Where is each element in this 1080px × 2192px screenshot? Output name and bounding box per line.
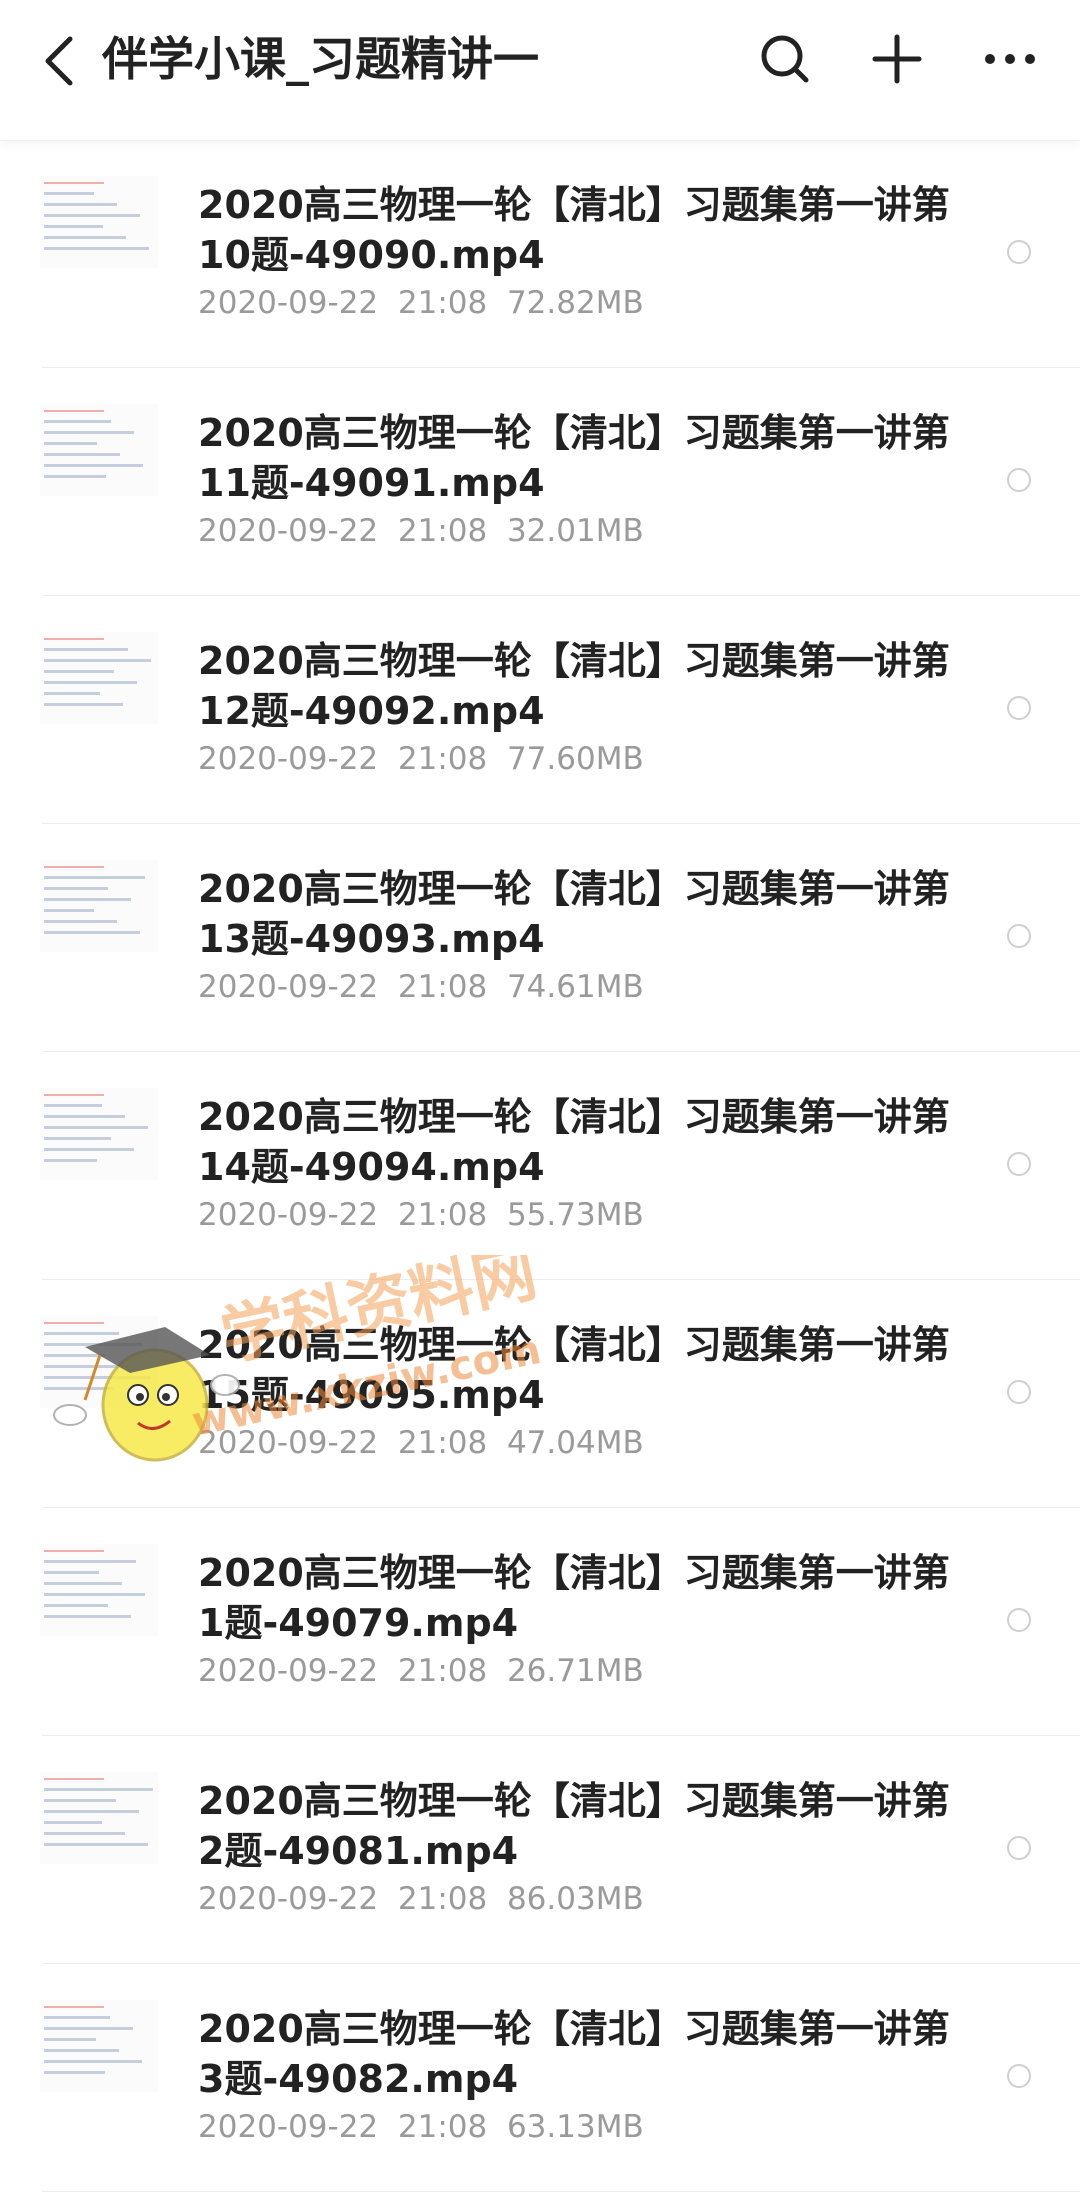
file-list-item[interactable]: 2020高三物理一轮【清北】习题集第一讲第11题-49091.mp4 2020-0… [0,368,1080,596]
file-size: 77.60MB [506,741,644,777]
select-radio[interactable] [1007,696,1031,720]
file-size: 72.82MB [506,285,644,321]
search-icon [761,35,809,83]
select-radio[interactable] [1007,468,1031,492]
select-radio[interactable] [1007,1836,1031,1860]
video-thumbnail [40,1316,158,1408]
file-size: 74.61MB [506,969,644,1005]
file-date: 2020-09-22 [198,513,379,549]
file-size: 26.71MB [506,1653,644,1689]
file-time: 21:08 [397,513,488,549]
file-meta: 2020-09-22 21:08 63.13MB [198,2109,644,2145]
video-thumbnail [40,1088,158,1180]
add-button[interactable] [862,24,932,94]
file-name: 2020高三物理一轮【清北】习题集第一讲第12题-49092.mp4 [198,639,950,733]
file-date: 2020-09-22 [198,741,379,777]
file-meta: 2020-09-22 21:08 55.73MB [198,1197,644,1233]
select-radio[interactable] [1007,1608,1031,1632]
select-radio[interactable] [1007,2064,1031,2088]
file-name: 2020高三物理一轮【清北】习题集第一讲第15题-49095.mp4 [198,1323,950,1417]
video-thumbnail [40,1544,158,1636]
file-list: 2020高三物理一轮【清北】习题集第一讲第10题-49090.mp4 2020-0… [0,140,1080,2192]
file-list-item[interactable]: 2020高三物理一轮【清北】习题集第一讲第15题-49095.mp4 2020-0… [0,1280,1080,1508]
file-date: 2020-09-22 [198,2109,379,2145]
file-size: 86.03MB [506,1881,644,1917]
file-time: 21:08 [397,1425,488,1461]
file-list-item[interactable]: 2020高三物理一轮【清北】习题集第一讲第14题-49094.mp4 2020-0… [0,1052,1080,1280]
file-meta: 2020-09-22 21:08 77.60MB [198,741,644,777]
more-horizontal-icon [985,54,1035,64]
file-name: 2020高三物理一轮【清北】习题集第一讲第13题-49093.mp4 [198,867,950,961]
file-list-item[interactable]: 2020高三物理一轮【清北】习题集第一讲第2题-49081.mp4 2020-09… [0,1736,1080,1964]
file-name: 2020高三物理一轮【清北】习题集第一讲第14题-49094.mp4 [198,1095,950,1189]
file-meta: 2020-09-22 21:08 72.82MB [198,285,644,321]
file-meta: 2020-09-22 21:08 74.61MB [198,969,644,1005]
video-thumbnail [40,2000,158,2092]
video-thumbnail [40,860,158,952]
video-thumbnail [40,404,158,496]
file-meta: 2020-09-22 21:08 47.04MB [198,1425,644,1461]
file-date: 2020-09-22 [198,969,379,1005]
page-title: 伴学小课_习题精讲一 [102,32,539,86]
file-meta: 2020-09-22 21:08 86.03MB [198,1881,644,1917]
file-time: 21:08 [397,1197,488,1233]
file-time: 21:08 [397,2109,488,2145]
video-thumbnail [40,176,158,268]
file-meta: 2020-09-22 21:08 32.01MB [198,513,644,549]
file-meta: 2020-09-22 21:08 26.71MB [198,1653,644,1689]
file-date: 2020-09-22 [198,285,379,321]
file-time: 21:08 [397,741,488,777]
file-name: 2020高三物理一轮【清北】习题集第一讲第3题-49082.mp4 [198,2007,950,2101]
select-radio[interactable] [1007,924,1031,948]
file-size: 32.01MB [506,513,644,549]
file-list-item[interactable]: 2020高三物理一轮【清北】习题集第一讲第3题-49082.mp4 2020-09… [0,1964,1080,2192]
plus-icon [872,34,922,84]
select-radio[interactable] [1007,1380,1031,1404]
top-app-bar: 伴学小课_习题精讲一 [0,0,1080,141]
video-thumbnail [40,1772,158,1864]
file-date: 2020-09-22 [198,1881,379,1917]
file-name: 2020高三物理一轮【清北】习题集第一讲第11题-49091.mp4 [198,411,950,505]
file-time: 21:08 [397,285,488,321]
file-size: 63.13MB [506,2109,644,2145]
file-size: 55.73MB [506,1197,644,1233]
file-list-item[interactable]: 2020高三物理一轮【清北】习题集第一讲第1题-49079.mp4 2020-09… [0,1508,1080,1736]
select-radio[interactable] [1007,1152,1031,1176]
search-button[interactable] [750,24,820,94]
file-time: 21:08 [397,969,488,1005]
file-time: 21:08 [397,1881,488,1917]
file-list-item[interactable]: 2020高三物理一轮【清北】习题集第一讲第10题-49090.mp4 2020-0… [0,140,1080,368]
file-size: 47.04MB [506,1425,644,1461]
file-name: 2020高三物理一轮【清北】习题集第一讲第2题-49081.mp4 [198,1779,950,1873]
file-time: 21:08 [397,1653,488,1689]
file-list-item[interactable]: 2020高三物理一轮【清北】习题集第一讲第12题-49092.mp4 2020-0… [0,596,1080,824]
more-button[interactable] [975,24,1045,94]
file-date: 2020-09-22 [198,1653,379,1689]
back-button[interactable] [30,26,90,96]
file-name: 2020高三物理一轮【清北】习题集第一讲第1题-49079.mp4 [198,1551,950,1645]
chevron-left-icon [45,36,73,86]
file-list-item[interactable]: 2020高三物理一轮【清北】习题集第一讲第13题-49093.mp4 2020-0… [0,824,1080,1052]
file-date: 2020-09-22 [198,1425,379,1461]
file-date: 2020-09-22 [198,1197,379,1233]
video-thumbnail [40,632,158,724]
select-radio[interactable] [1007,240,1031,264]
file-name: 2020高三物理一轮【清北】习题集第一讲第10题-49090.mp4 [198,183,950,277]
